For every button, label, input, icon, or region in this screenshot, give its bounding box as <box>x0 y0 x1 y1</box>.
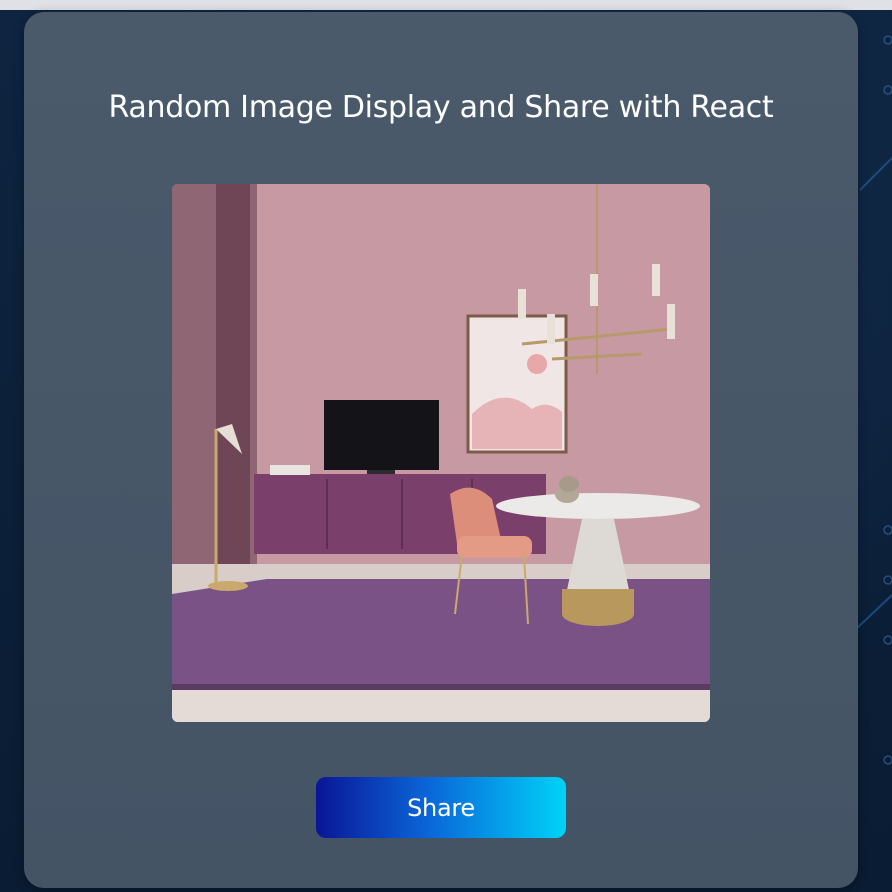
page-right-edge <box>866 10 892 892</box>
content-card: Random Image Display and Share with Reac… <box>24 12 858 888</box>
browser-top-strip <box>0 0 892 10</box>
random-image <box>172 184 710 722</box>
room-photo-icon <box>172 184 710 722</box>
share-button[interactable]: Share <box>316 777 566 838</box>
page-title: Random Image Display and Share with Reac… <box>108 90 774 125</box>
